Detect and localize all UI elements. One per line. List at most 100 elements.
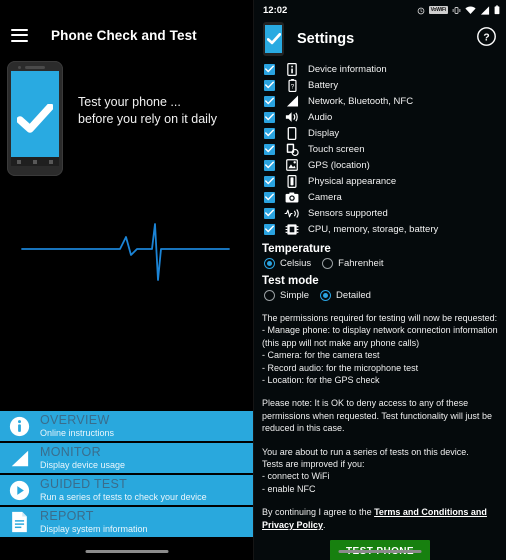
cpu-memory-icon xyxy=(282,223,302,236)
test-selection-list: Device information ? Battery Network, Bl… xyxy=(254,58,506,237)
checkbox-checked-icon[interactable] xyxy=(264,95,275,107)
checklist-item-physical-appearance[interactable]: Physical appearance xyxy=(264,173,506,189)
battery-icon xyxy=(494,5,500,15)
temperature-radio-group: Celsius Fahrenheit xyxy=(264,258,506,269)
checklist-item-cpu-memory-storage-battery[interactable]: CPU, memory, storage, battery xyxy=(264,221,506,237)
menu-item-monitor-title: MONITOR xyxy=(40,445,101,460)
app-title: Phone Check and Test xyxy=(51,27,197,43)
menu-item-report-title: REPORT xyxy=(40,509,94,524)
checkbox-checked-icon[interactable] xyxy=(264,175,275,187)
checklist-label: Display xyxy=(308,127,340,139)
terms-agreement: By continuing I agree to the Terms and C… xyxy=(262,506,498,531)
sensors-icon xyxy=(282,208,302,219)
checklist-item-sensors-supported[interactable]: Sensors supported xyxy=(264,205,506,221)
mini-phone-screen xyxy=(265,25,282,53)
temperature-heading: Temperature xyxy=(262,243,331,255)
checklist-label: CPU, memory, storage, battery xyxy=(308,223,439,235)
signal-bars-icon xyxy=(4,445,34,471)
phone-camera-icon xyxy=(18,65,21,69)
checklist-item-camera[interactable]: Camera xyxy=(264,189,506,205)
main-menu: OVERVIEW Online instructions MONITOR Dis… xyxy=(0,411,253,539)
svg-text:?: ? xyxy=(290,83,294,90)
checklist-item-battery[interactable]: ? Battery xyxy=(264,77,506,93)
svg-text:?: ? xyxy=(483,32,489,43)
permissions-note-text: Please note: It is OK to deny access to … xyxy=(262,398,492,434)
radio-fahrenheit-label: Fahrenheit xyxy=(338,258,384,269)
checklist-item-display[interactable]: Display xyxy=(264,125,506,141)
checkbox-checked-icon[interactable] xyxy=(264,63,275,75)
phone-with-checkmark-illustration xyxy=(7,61,63,176)
checkbox-checked-icon[interactable] xyxy=(264,223,275,235)
menu-item-report[interactable]: REPORT Display system information xyxy=(0,507,253,537)
menu-item-monitor-texts: MONITOR Display device usage xyxy=(40,446,125,470)
checkbox-checked-icon[interactable] xyxy=(264,143,275,155)
checkbox-checked-icon[interactable] xyxy=(264,79,275,91)
status-bar: 12:02 VoWiFi xyxy=(254,0,506,20)
checklist-label: Device information xyxy=(308,63,387,75)
menu-item-guided-test-texts: GUIDED TEST Run a series of tests to che… xyxy=(40,478,207,502)
menu-item-overview-texts: OVERVIEW Online instructions xyxy=(40,414,114,438)
menu-item-overview[interactable]: OVERVIEW Online instructions xyxy=(0,411,253,441)
checklist-label: Audio xyxy=(308,111,333,123)
app-bar: Phone Check and Test xyxy=(0,18,253,52)
vibrate-icon xyxy=(452,6,461,15)
radio-detailed[interactable] xyxy=(320,290,332,301)
radio-celsius-label: Celsius xyxy=(280,258,312,269)
checkbox-checked-icon[interactable] xyxy=(264,111,275,123)
phone-navigation-bar xyxy=(11,157,59,166)
checklist-label: Physical appearance xyxy=(308,175,397,187)
test-mode-heading: Test mode xyxy=(262,275,319,287)
permissions-info-text: The permissions required for testing wil… xyxy=(262,313,498,386)
status-bar-icons: VoWiFi xyxy=(417,5,500,15)
checkbox-checked-icon[interactable] xyxy=(264,207,275,219)
terms-agreement-prefix: By continuing I agree to the xyxy=(262,507,375,518)
app-home-screen: Phone Check and Test Test your phone ...… xyxy=(0,0,253,560)
hero-tagline: Test your phone ... before you rely on i… xyxy=(78,94,217,128)
checklist-label: Touch screen xyxy=(308,143,365,155)
checkmark-icon xyxy=(17,103,53,134)
radio-celsius[interactable] xyxy=(264,258,275,269)
radio-simple[interactable] xyxy=(264,290,275,301)
hamburger-menu-icon[interactable] xyxy=(11,28,28,42)
cellular-signal-icon xyxy=(480,5,490,15)
gesture-navigation-bar[interactable] xyxy=(338,550,422,553)
menu-item-monitor-subtitle: Display device usage xyxy=(40,459,126,470)
checkbox-checked-icon[interactable] xyxy=(264,159,275,171)
menu-item-guided-test-subtitle: Run a series of tests to check your devi… xyxy=(40,491,207,502)
checklist-label: GPS (location) xyxy=(308,159,370,171)
touch-screen-icon xyxy=(282,143,302,156)
checklist-label: Network, Bluetooth, NFC xyxy=(308,95,414,107)
info-icon xyxy=(4,413,34,439)
checklist-item-audio[interactable]: Audio xyxy=(264,109,506,125)
checkbox-checked-icon[interactable] xyxy=(264,127,275,139)
heartbeat-waveform-icon xyxy=(21,223,230,281)
menu-item-report-texts: REPORT Display system information xyxy=(40,510,148,534)
settings-header: Settings ? xyxy=(254,20,506,58)
display-icon xyxy=(282,126,302,140)
phone-speaker-icon xyxy=(25,66,45,69)
checklist-item-device-information[interactable]: Device information xyxy=(264,61,506,77)
checklist-item-touch-screen[interactable]: Touch screen xyxy=(264,141,506,157)
terms-agreement-suffix: . xyxy=(323,519,326,530)
dual-screenshot-container: Phone Check and Test Test your phone ...… xyxy=(0,0,506,560)
vowifi-badge-icon: VoWiFi xyxy=(428,6,448,14)
hero-tagline-line1: Test your phone ... xyxy=(78,95,181,109)
signal-bars-icon xyxy=(282,95,302,107)
alarm-icon xyxy=(417,6,425,15)
radio-simple-label: Simple xyxy=(280,290,310,301)
checklist-item-network-bluetooth-nfc[interactable]: Network, Bluetooth, NFC xyxy=(264,93,506,109)
hero-section: Test your phone ... before you rely on i… xyxy=(0,52,253,287)
checklist-label: Camera xyxy=(308,191,342,203)
menu-item-guided-test[interactable]: GUIDED TEST Run a series of tests to che… xyxy=(0,475,253,505)
checkbox-checked-icon[interactable] xyxy=(264,191,275,203)
gesture-navigation-bar[interactable] xyxy=(85,550,168,553)
help-question-icon[interactable]: ? xyxy=(477,27,496,51)
menu-item-overview-title: OVERVIEW xyxy=(40,413,110,428)
settings-screen: 12:02 VoWiFi Settings ? Device informati… xyxy=(253,0,506,560)
radio-fahrenheit[interactable] xyxy=(322,258,334,269)
device-info-icon xyxy=(282,62,302,76)
menu-item-guided-test-title: GUIDED TEST xyxy=(40,477,128,492)
checklist-item-gps-location[interactable]: GPS (location) xyxy=(264,157,506,173)
physical-appearance-icon xyxy=(282,174,302,188)
menu-item-monitor[interactable]: MONITOR Display device usage xyxy=(0,443,253,473)
